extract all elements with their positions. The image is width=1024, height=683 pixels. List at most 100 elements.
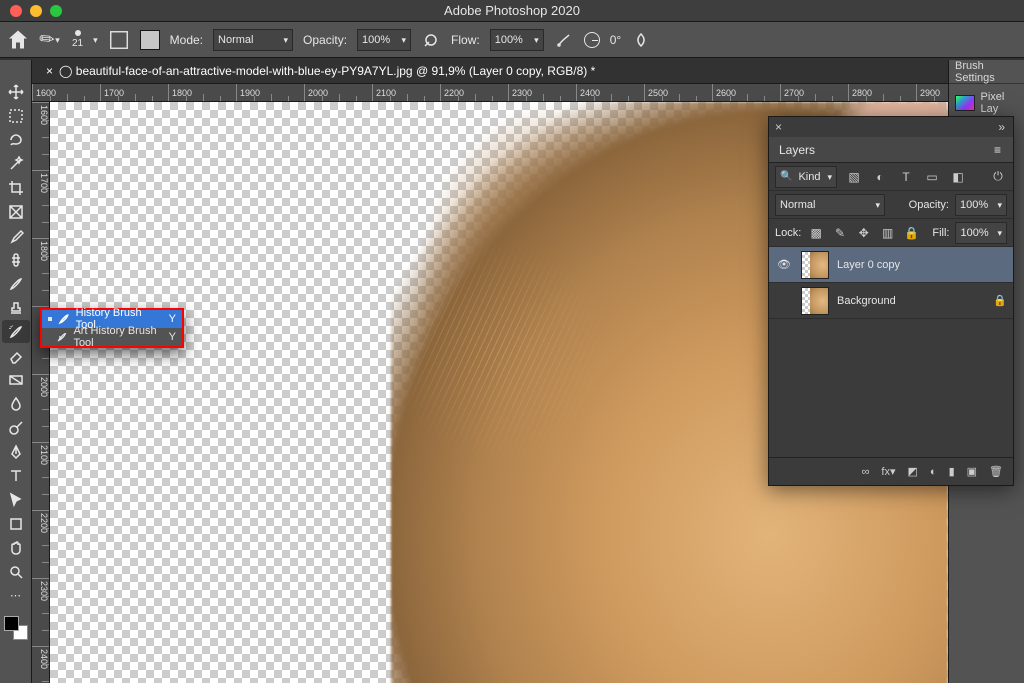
panel-close-icon[interactable]: × <box>775 120 782 134</box>
visibility-icon[interactable]: 👁 <box>775 258 793 271</box>
flow-label: Flow: <box>451 33 480 47</box>
flow-input[interactable]: 100% <box>490 29 544 51</box>
panel-collapse-icon[interactable]: » <box>998 120 1005 134</box>
delete-layer-icon[interactable]: 🗑 <box>989 465 1003 478</box>
chevron-down-icon[interactable] <box>93 34 98 46</box>
tool-flyout: History Brush Tool Y Art History Brush T… <box>40 308 184 348</box>
layer-filter-kind[interactable]: 🔍Kind <box>775 166 837 188</box>
opacity-label: Opacity: <box>303 33 347 47</box>
path-select-tool[interactable] <box>2 488 30 511</box>
window-minimize-icon[interactable] <box>30 5 42 17</box>
document-title: ◯ beautiful-face-of-an-attractive-model-… <box>59 64 595 78</box>
opacity-input[interactable]: 100% <box>357 29 411 51</box>
mode-label: Mode: <box>170 33 203 47</box>
zoom-tool[interactable] <box>2 560 30 583</box>
panel-menu-icon[interactable]: ≡ <box>994 143 1001 157</box>
filter-type-icon[interactable]: T <box>897 168 915 186</box>
filter-smart-icon[interactable]: ◧ <box>949 168 967 186</box>
blur-tool[interactable] <box>2 392 30 415</box>
mask-icon[interactable]: ◩ <box>908 465 918 478</box>
crop-tool[interactable] <box>2 176 30 199</box>
flyout-item-art-history-brush[interactable]: Art History Brush Tool Y <box>42 328 182 346</box>
layer-name[interactable]: Layer 0 copy <box>837 259 900 271</box>
blend-mode-value: Normal <box>218 34 253 46</box>
move-tool[interactable] <box>2 80 30 103</box>
foreground-background-color[interactable] <box>4 616 28 640</box>
lock-all-icon[interactable]: 🔒 <box>903 224 921 242</box>
frame-tool[interactable] <box>2 200 30 223</box>
app-title: Adobe Photoshop 2020 <box>444 3 580 18</box>
fx-icon[interactable]: fx▾ <box>881 465 895 478</box>
layers-tab-label: Layers <box>779 143 815 157</box>
filter-shape-icon[interactable]: ▭ <box>923 168 941 186</box>
shape-tool[interactable] <box>2 512 30 535</box>
symmetry-icon[interactable] <box>631 30 651 50</box>
type-tool[interactable] <box>2 464 30 487</box>
lasso-tool[interactable] <box>2 128 30 151</box>
traffic-lights <box>0 5 62 17</box>
layer-opacity-input[interactable]: 100% <box>955 194 1007 216</box>
flyout-shortcut: Y <box>169 331 176 343</box>
filter-toggle-icon[interactable]: ⏻ <box>989 168 1007 186</box>
airbrush-icon[interactable] <box>554 30 574 50</box>
flyout-item-label: Art History Brush Tool <box>73 325 162 349</box>
options-bar: ✎ 21 Mode: Normal Opacity: 100% Flow: 10… <box>0 22 1024 58</box>
layer-item[interactable]: Background 🔒 <box>769 283 1013 319</box>
pen-tool[interactable] <box>2 440 30 463</box>
lock-brush-icon[interactable]: ✎ <box>831 224 849 242</box>
layers-tab[interactable]: Layers ≡ <box>769 137 1013 163</box>
home-icon[interactable] <box>8 30 28 50</box>
window-titlebar: Adobe Photoshop 2020 <box>0 0 1024 22</box>
eraser-tool[interactable] <box>2 344 30 367</box>
flow-value: 100% <box>495 34 523 46</box>
pixel-layer-label: Pixel Lay <box>981 91 1024 115</box>
brush-size-value: 21 <box>72 38 83 49</box>
eyedropper-tool[interactable] <box>2 224 30 247</box>
hand-tool[interactable] <box>2 536 30 559</box>
group-icon[interactable]: ▮ <box>949 465 955 478</box>
layer-opacity-value: 100% <box>960 199 988 211</box>
layer-thumbnail[interactable] <box>801 251 829 279</box>
filter-pixel-icon[interactable]: ▧ <box>845 168 863 186</box>
gradient-tool[interactable] <box>2 368 30 391</box>
document-tab[interactable]: × ◯ beautiful-face-of-an-attractive-mode… <box>0 58 1024 84</box>
layer-blend-mode[interactable]: Normal <box>775 194 885 216</box>
brush-settings-icon[interactable] <box>108 29 130 51</box>
close-tab-icon[interactable]: × <box>46 64 53 78</box>
lock-pixels-icon[interactable]: ▩ <box>807 224 825 242</box>
tool-preset-picker[interactable]: ✎ <box>38 28 62 52</box>
flyout-shortcut: Y <box>169 313 176 325</box>
history-brush-tool[interactable] <box>2 320 30 343</box>
layer-item[interactable]: 👁 Layer 0 copy <box>769 247 1013 283</box>
adjustment-icon[interactable]: ◐ <box>930 466 937 478</box>
layer-fill-input[interactable]: 100% <box>955 222 1007 244</box>
blend-mode-select[interactable]: Normal <box>213 29 293 51</box>
lock-position-icon[interactable]: ✥ <box>855 224 873 242</box>
marquee-tool[interactable] <box>2 104 30 127</box>
window-close-icon[interactable] <box>10 5 22 17</box>
layer-opacity-label: Opacity: <box>909 199 949 211</box>
edit-toolbar-icon[interactable]: ⋯ <box>2 584 30 607</box>
pressure-opacity-icon[interactable] <box>421 30 441 50</box>
window-maximize-icon[interactable] <box>50 5 62 17</box>
filter-adjust-icon[interactable]: ◐ <box>871 168 889 186</box>
link-layers-icon[interactable]: ∞ <box>862 466 870 478</box>
angle-dial-icon[interactable] <box>584 32 600 48</box>
layer-name[interactable]: Background <box>837 295 896 307</box>
brush-settings-tab[interactable]: Brush Settings <box>949 60 1024 84</box>
brush-picker[interactable]: 21 <box>72 30 83 49</box>
stamp-tool[interactable] <box>2 296 30 319</box>
active-indicator-icon <box>48 317 52 321</box>
new-layer-icon[interactable]: ▣ <box>967 465 977 478</box>
layers-panel: × » Layers ≡ 🔍Kind ▧ ◐ T ▭ ◧ ⏻ Normal Op… <box>768 116 1014 486</box>
horizontal-ruler[interactable]: 1600170018001900200021002200230024002500… <box>32 84 948 102</box>
lock-artboard-icon[interactable]: ▥ <box>879 224 897 242</box>
brush-tool[interactable] <box>2 272 30 295</box>
healing-tool[interactable] <box>2 248 30 271</box>
color-swatch[interactable] <box>140 30 160 50</box>
wand-tool[interactable] <box>2 152 30 175</box>
dodge-tool[interactable] <box>2 416 30 439</box>
vertical-ruler[interactable]: 160017001800190020002100220023002400 <box>32 102 50 683</box>
layer-thumbnail[interactable] <box>801 287 829 315</box>
angle-value: 0° <box>610 33 621 47</box>
